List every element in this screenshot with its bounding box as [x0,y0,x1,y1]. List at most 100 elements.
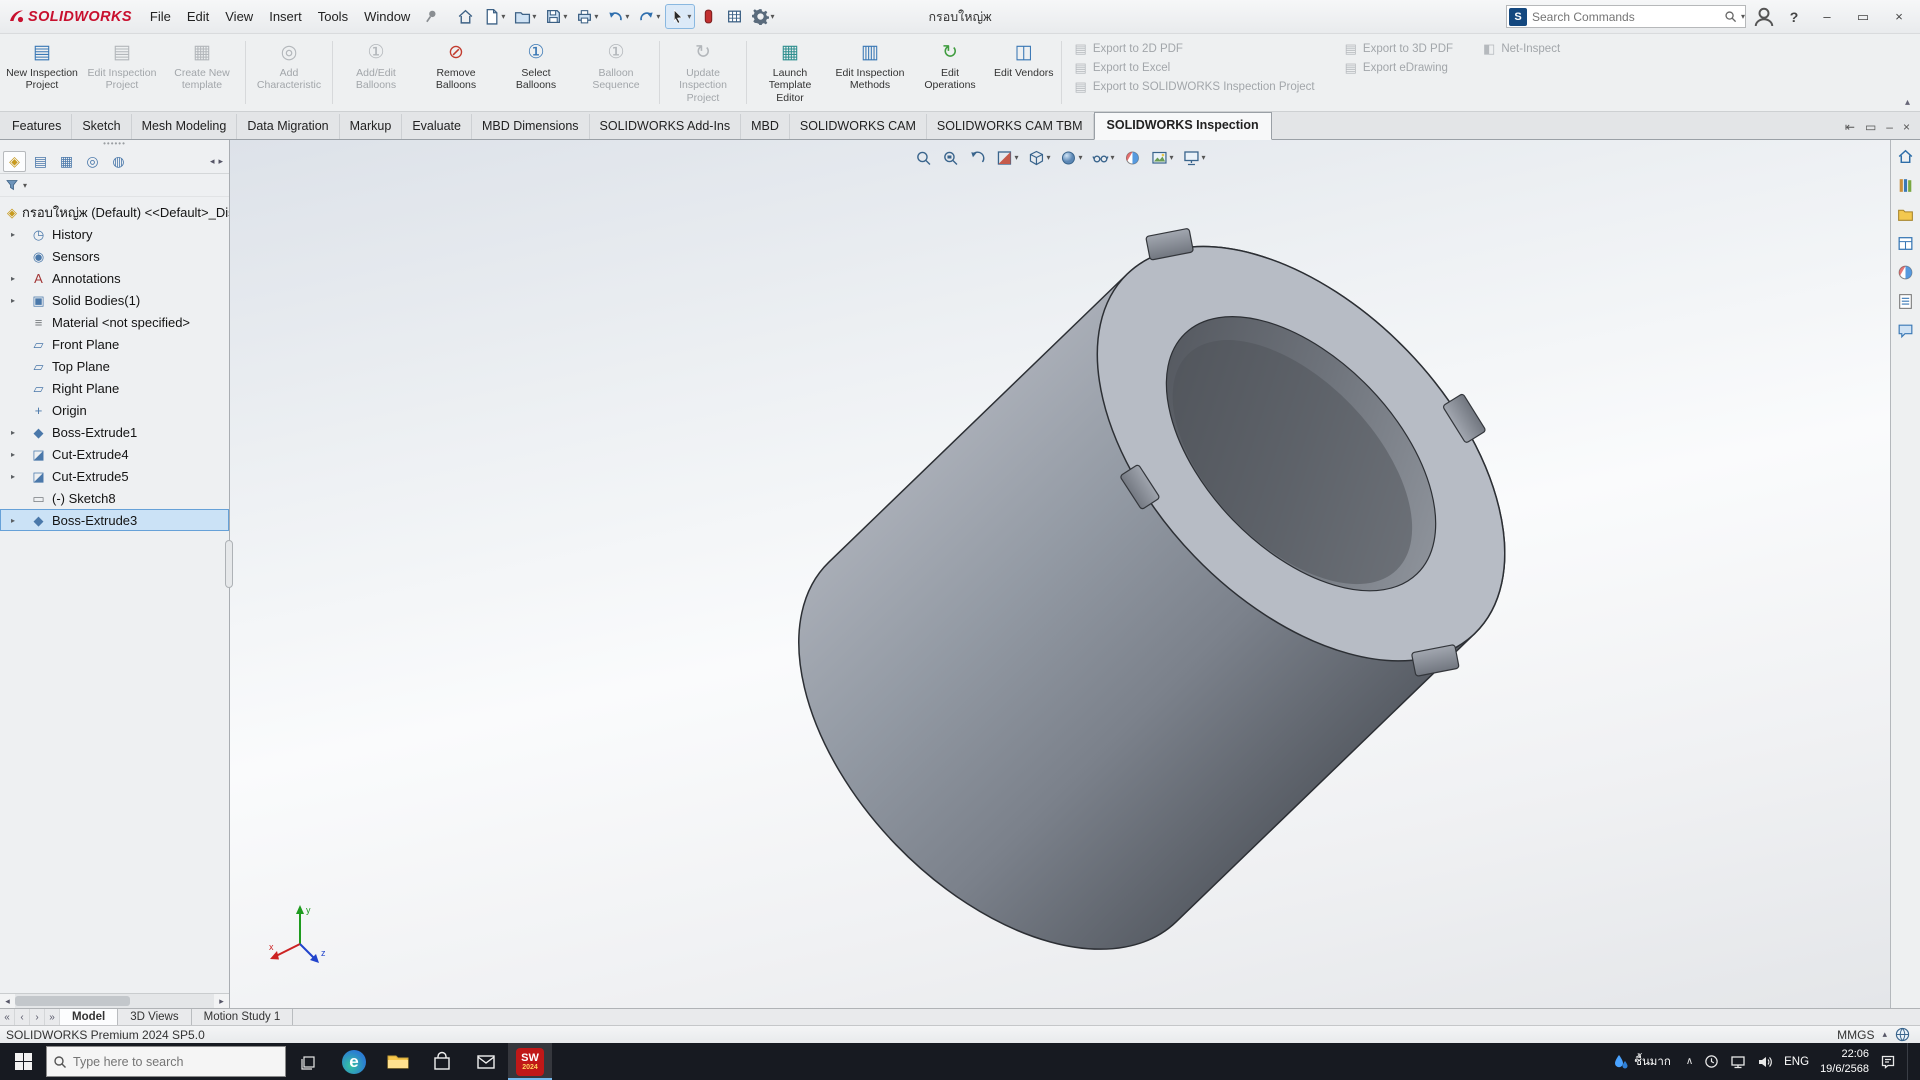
tab-model[interactable]: Model [60,1009,118,1025]
select-tool-icon[interactable]: ▾ [665,4,695,29]
expand-arrow-icon[interactable]: ▸ [11,274,15,283]
open-document-icon[interactable]: ▾ [510,4,540,29]
minimize-window-icon[interactable]: – [1812,4,1842,30]
export-to-solidworks-inspection-project-button[interactable]: ▤Export to SOLIDWORKS Inspection Project [1075,80,1315,93]
last-tab-nav-icon[interactable]: » [45,1009,60,1025]
command-search-box[interactable]: S ▾ [1506,5,1746,28]
hide-show-items-icon[interactable]: ▾ [1089,145,1118,170]
new-document-icon[interactable]: ▾ [479,4,509,29]
edit-appearance-icon[interactable] [1121,145,1145,170]
tree-item-origin[interactable]: +Origin [0,399,229,421]
section-view-icon[interactable]: ▾ [992,145,1021,170]
net-inspect-button[interactable]: ◧Net-Inspect [1483,42,1560,55]
chevron-down-icon[interactable]: ▾ [656,12,660,21]
chevron-down-icon[interactable]: ▾ [770,12,774,21]
tab-mesh-modeling[interactable]: Mesh Modeling [132,114,238,139]
ethernet-icon[interactable] [1730,1054,1746,1070]
home-icon[interactable] [453,4,478,29]
chevron-down-icon[interactable]: ▾ [625,12,629,21]
chevron-down-icon[interactable]: ▾ [1111,153,1115,162]
language-indicator[interactable]: ENG [1784,1056,1809,1068]
file-explorer-icon[interactable] [1894,202,1918,226]
chevron-down-icon[interactable]: ▾ [594,12,598,21]
propertymanager-tab[interactable]: ▤ [29,151,52,172]
tree-item-top-plane[interactable]: ▱Top Plane [0,355,229,377]
redo-icon[interactable]: ▾ [634,4,664,29]
file-explorer-taskbar-icon[interactable] [376,1043,420,1080]
clock-widget[interactable]: 22:06 19/6/2568 [1820,1047,1869,1076]
tree-item-part-root[interactable]: ◈กรอบใหญ่ж (Default) <<Default>_Displ [0,201,229,223]
select-balloons-button[interactable]: ①Select Balloons [496,36,576,109]
configurationmanager-tab[interactable]: ▦ [55,151,78,172]
tree-item-sketch8[interactable]: ▭(-) Sketch8 [0,487,229,509]
solidworks-taskbar-icon[interactable]: SW2024 [508,1043,552,1080]
chevron-down-icon[interactable]: ▾ [1014,153,1018,162]
edit-vendors-button[interactable]: ◫Edit Vendors [990,36,1058,109]
panel-splitter-handle[interactable] [225,540,233,588]
prev-tab-nav-icon[interactable]: ‹ [15,1009,30,1025]
tree-item-history[interactable]: ▸◷History [0,223,229,245]
chevron-down-icon[interactable]: ▾ [563,12,567,21]
taskbar-search-box[interactable] [46,1046,286,1077]
user-account-icon[interactable] [1752,5,1776,29]
featuremanager-tree-tab[interactable]: ◈ [3,151,26,172]
display-style-icon[interactable]: ▾ [1056,145,1085,170]
tree-item-solid-bodies[interactable]: ▸▣Solid Bodies(1) [0,289,229,311]
expand-arrow-icon[interactable]: ▸ [11,428,15,437]
clock-tray-icon[interactable] [1704,1054,1719,1069]
tree-item-boss-extrude3[interactable]: ▸◆Boss-Extrude3 [0,509,229,531]
units-selector[interactable]: MMGS [1837,1028,1874,1042]
close-window-icon[interactable]: × [1884,4,1914,30]
hidden-icons-chevron[interactable]: ∧ [1686,1056,1693,1067]
chevron-down-icon[interactable]: ▾ [1741,12,1745,21]
panel-grip[interactable]: •••••• [0,140,229,149]
undo-icon[interactable]: ▾ [603,4,633,29]
tab-solidworks-inspection[interactable]: SOLIDWORKS Inspection [1094,112,1272,140]
expand-arrow-icon[interactable]: ▸ [11,472,15,481]
expand-arrow-icon[interactable]: ▸ [11,516,15,525]
remove-balloons-button[interactable]: ⊘Remove Balloons [416,36,496,109]
pane-dock-icon[interactable]: ⇤ [1845,120,1855,134]
tab-motion-study-1[interactable]: Motion Study 1 [192,1009,294,1025]
3d-model[interactable] [230,140,1890,1008]
store-taskbar-icon[interactable] [420,1043,464,1080]
expand-arrow-icon[interactable]: ▸ [11,450,15,459]
displaymanager-tab[interactable]: ◍ [107,151,130,172]
tab-mbd-dimensions[interactable]: MBD Dimensions [472,114,590,139]
menu-window[interactable]: Window [356,0,418,33]
update-inspection-project-button[interactable]: ↻Update Inspection Project [663,36,743,109]
panel-tabs-scroll-left-icon[interactable]: ◂ [210,156,215,167]
graphics-viewport[interactable]: ▾ ▾ ▾ ▾ ▾ ▾ [230,140,1890,1008]
panel-horizontal-scrollbar[interactable]: ◂ ▸ [0,993,229,1008]
export-edrawing-button[interactable]: ▤Export eDrawing [1345,61,1453,74]
weather-widget[interactable]: ชื้นมาก [1609,1043,1675,1080]
create-new-template-button[interactable]: ▦Create New template [162,36,242,109]
panel-tabs-scroll-right-icon[interactable]: ▸ [218,156,223,167]
tree-item-sensors[interactable]: ◉Sensors [0,245,229,267]
scroll-left-icon[interactable]: ◂ [0,996,15,1007]
pane-minimize-icon[interactable]: – [1886,120,1893,134]
first-tab-nav-icon[interactable]: « [0,1009,15,1025]
export-to-2d-pdf-button[interactable]: ▤Export to 2D PDF [1075,42,1315,55]
chevron-down-icon[interactable]: ▾ [501,12,505,21]
tab-mbd[interactable]: MBD [741,114,790,139]
menu-view[interactable]: View [217,0,261,33]
notification-center-icon[interactable] [1880,1054,1896,1070]
view-orientation-icon[interactable]: ▾ [1024,145,1053,170]
rebuild-indicator-icon[interactable] [696,4,721,29]
tab-features[interactable]: Features [2,114,72,139]
table-grid-icon[interactable] [722,4,747,29]
chevron-down-icon[interactable]: ▾ [1078,153,1082,162]
task-view-icon[interactable] [286,1043,332,1080]
forum-icon[interactable] [1894,318,1918,342]
add-characteristic-button[interactable]: ◎Add Characteristic [249,36,329,109]
tree-item-annotations[interactable]: ▸AAnnotations [0,267,229,289]
appearances-scenes-icon[interactable] [1894,260,1918,284]
tree-item-cut-extrude5[interactable]: ▸◪Cut-Extrude5 [0,465,229,487]
show-desktop-button[interactable] [1907,1043,1912,1080]
pane-restore-icon[interactable]: ▭ [1865,120,1876,134]
pin-menu-icon[interactable] [418,4,443,29]
expand-arrow-icon[interactable]: ▸ [11,296,15,305]
balloon-sequence-button[interactable]: ①Balloon Sequence [576,36,656,109]
tags-globe-icon[interactable] [1895,1027,1910,1042]
